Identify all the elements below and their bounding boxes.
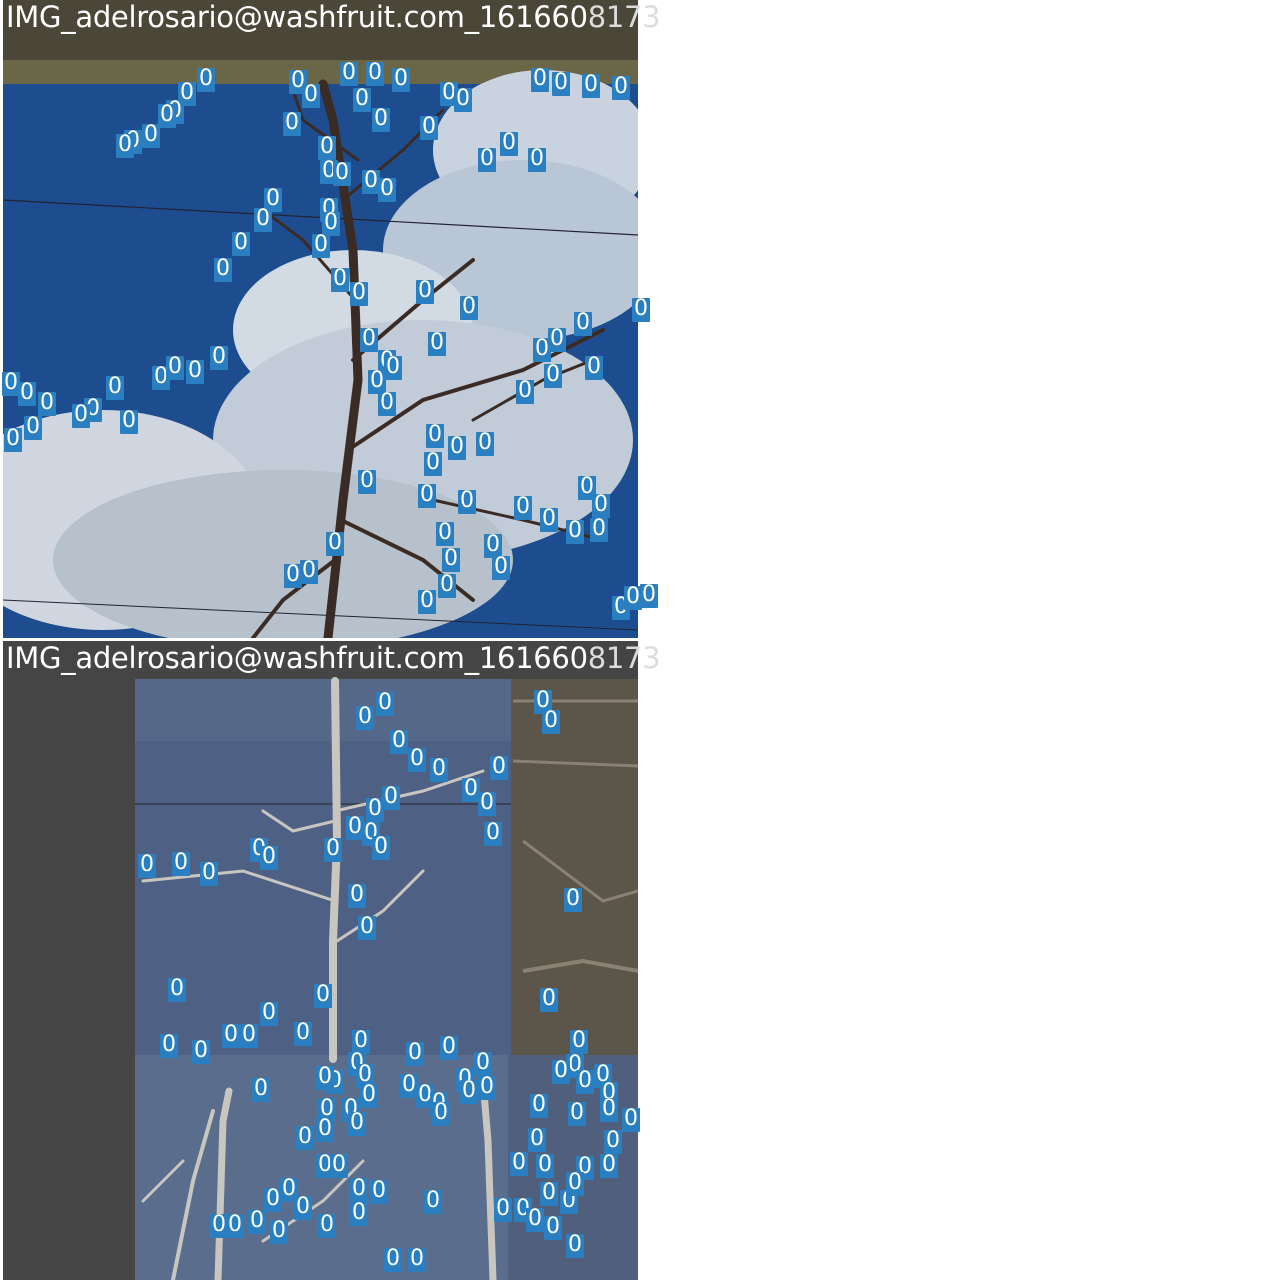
orchard-sky-image (3, 0, 638, 638)
orchard-trees-image (3, 641, 638, 1280)
mosaic-tile-top (3, 0, 638, 638)
image-filename-caption-top: IMG_adelrosario@washfruit.com_1616608173 (6, 0, 661, 34)
detection-box (640, 584, 658, 608)
detection-marker: 0 (640, 582, 658, 608)
detection-class-label: 0 (642, 582, 656, 607)
mosaic-tile-bottom (3, 641, 638, 1280)
image-filename-caption-bottom: IMG_adelrosario@washfruit.com_1616608173 (6, 641, 661, 675)
